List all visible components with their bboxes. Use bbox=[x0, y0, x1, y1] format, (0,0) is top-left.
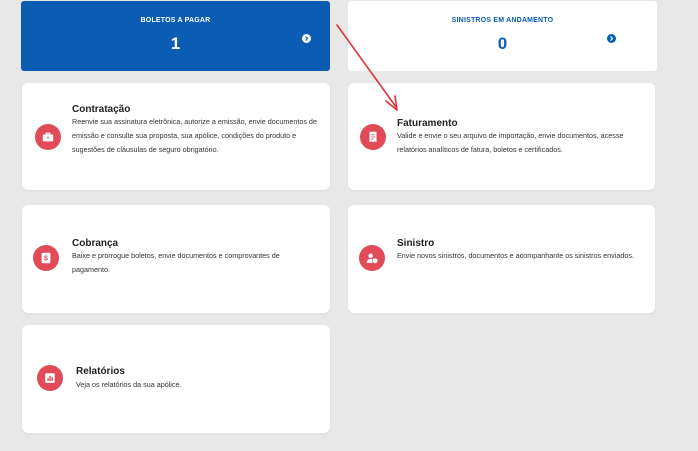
cobranca-card[interactable]: $ Cobrança Baixe e prorrogue boletos, en… bbox=[22, 205, 330, 313]
relatorios-card[interactable]: Relatórios Veja os relatórios da sua apó… bbox=[22, 325, 330, 433]
contratacao-card[interactable]: Contratação Reenvie sua assinatura eletr… bbox=[22, 83, 330, 190]
cobranca-description: Baixe e prorrogue boletos, envie documen… bbox=[72, 251, 280, 274]
relatorios-description: Veja os relatórios da sua apólice. bbox=[76, 380, 182, 389]
relatorios-title: Relatórios bbox=[76, 366, 125, 377]
sinistros-em-andamento-card[interactable]: SINISTROS EM ANDAMENTO 0 bbox=[348, 1, 657, 71]
svg-text:$: $ bbox=[44, 256, 48, 263]
boletos-a-pagar-card[interactable]: BOLETOS A PAGAR 1 bbox=[21, 1, 330, 71]
chevron-right-circle-icon[interactable] bbox=[302, 34, 311, 43]
chevron-right-circle-icon[interactable] bbox=[607, 34, 616, 43]
sinistro-title: Sinistro bbox=[397, 238, 435, 249]
contratacao-description: Reenvie sua assinatura eletrônica, autor… bbox=[72, 117, 317, 154]
boletos-a-pagar-count: 1 bbox=[170, 34, 181, 53]
bar-chart-icon bbox=[37, 365, 63, 391]
dollar-document-icon: $ bbox=[33, 245, 59, 271]
faturamento-title: Faturamento bbox=[397, 118, 458, 129]
faturamento-card[interactable]: Faturamento Valide e envie o seu arquivo… bbox=[348, 83, 655, 190]
sinistro-card[interactable]: Sinistro Envie novos sinistros, document… bbox=[348, 205, 655, 313]
sinistros-em-andamento-label: SINISTROS EM ANDAMENTO bbox=[451, 17, 554, 24]
sinistro-description: Envie novos sinistros, documentos e acom… bbox=[397, 251, 634, 260]
boletos-a-pagar-label: BOLETOS A PAGAR bbox=[140, 17, 211, 24]
briefcase-icon bbox=[35, 124, 61, 150]
contratacao-title: Contratação bbox=[72, 104, 131, 115]
invoice-icon bbox=[360, 124, 386, 150]
faturamento-description: Valide e envie o seu arquivo de importaç… bbox=[397, 131, 624, 154]
cobranca-title: Cobrança bbox=[72, 238, 119, 249]
user-shield-icon bbox=[359, 245, 385, 271]
